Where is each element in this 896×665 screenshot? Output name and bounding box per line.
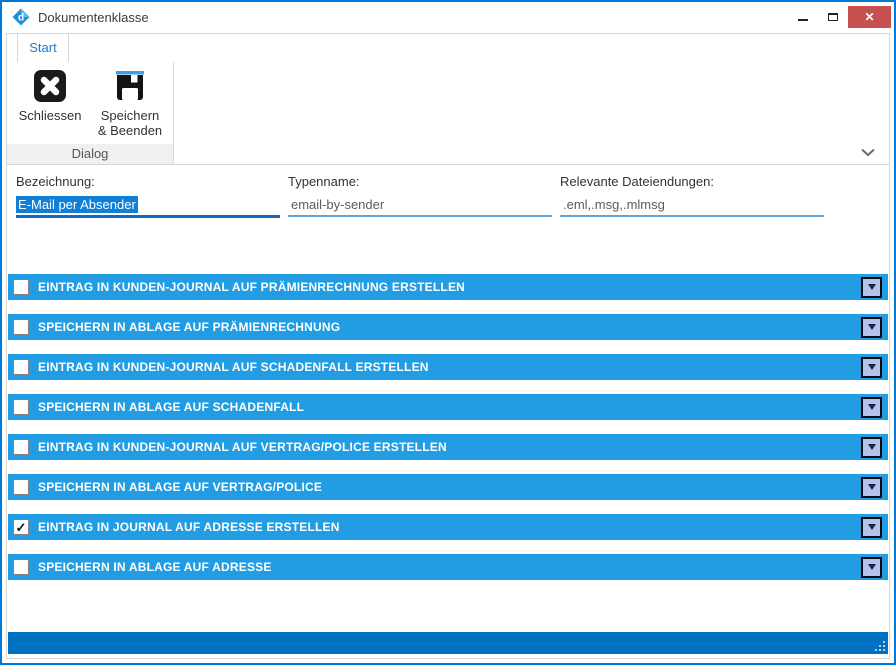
checkbox[interactable] [13,439,29,455]
ribbon-group-dialog: Schliessen Speichern & Beenden Dialog [7,62,174,164]
dateiendungen-input[interactable]: .eml,.msg,.mlmsg [560,194,824,217]
field-bezeichnung: Bezeichnung: E-Mail per Absender [16,174,280,226]
title-bar: d Dokumentenklasse ✕ [2,2,894,32]
section-bar-ablage-vertrag[interactable]: SPEICHERN IN ABLAGE AUF VERTRAG/POLICE [8,474,888,500]
bezeichnung-label: Bezeichnung: [16,174,280,189]
section-label: EINTRAG IN KUNDEN-JOURNAL AUF PRÄMIENREC… [38,280,465,294]
resize-grip[interactable] [874,640,886,652]
chevron-down-icon [868,484,876,490]
checkbox[interactable] [13,559,29,575]
typenname-label: Typenname: [288,174,552,189]
checkbox[interactable] [13,319,29,335]
section-label: SPEICHERN IN ABLAGE AUF ADRESSE [38,560,272,574]
section-label: EINTRAG IN JOURNAL AUF ADRESSE ERSTELLEN [38,520,340,534]
section-bar-journal-praemienrechnung[interactable]: EINTRAG IN KUNDEN-JOURNAL AUF PRÄMIENREC… [8,274,888,300]
section-bar-journal-schadenfall[interactable]: EINTRAG IN KUNDEN-JOURNAL AUF SCHADENFAL… [8,354,888,380]
section-dropdown-button[interactable] [861,277,882,298]
maximize-icon [828,13,838,21]
bezeichnung-input[interactable]: E-Mail per Absender [16,194,280,218]
ribbon-group-label: Dialog [7,144,173,164]
chevron-down-icon [868,364,876,370]
section-bar-journal-vertrag[interactable]: EINTRAG IN KUNDEN-JOURNAL AUF VERTRAG/PO… [8,434,888,460]
chevron-down-icon [868,324,876,330]
section-dropdown-button[interactable] [861,317,882,338]
section-dropdown-button[interactable] [861,397,882,418]
section-label: EINTRAG IN KUNDEN-JOURNAL AUF VERTRAG/PO… [38,440,447,454]
ribbon: Schliessen Speichern & Beenden Dialog [7,62,889,165]
section-label: EINTRAG IN KUNDEN-JOURNAL AUF SCHADENFAL… [38,360,429,374]
maximize-button[interactable] [818,6,848,28]
speichern-beenden-label: Speichern & Beenden [97,108,163,139]
section-bar-journal-adresse[interactable]: EINTRAG IN JOURNAL AUF ADRESSE ERSTELLEN [8,514,888,540]
form-fields: Bezeichnung: E-Mail per Absender Typenna… [7,165,889,226]
status-bar [8,632,888,654]
client-frame: Start Schliessen [6,33,890,659]
checkbox[interactable] [13,479,29,495]
window-title: Dokumentenklasse [38,10,788,25]
ribbon-buttons: Schliessen Speichern & Beenden [7,62,173,139]
field-typenname: Typenname: email-by-sender [288,174,552,226]
section-dropdown-button[interactable] [861,557,882,578]
close-icon: ✕ [864,10,874,24]
speichern-beenden-button[interactable]: Speichern & Beenden [90,69,170,139]
svg-text:d: d [18,13,24,24]
section-label: SPEICHERN IN ABLAGE AUF PRÄMIENRECHNUNG [38,320,340,334]
app-icon: d [12,8,30,26]
chevron-down-icon [868,524,876,530]
checkbox[interactable] [13,359,29,375]
tab-start[interactable]: Start [17,34,69,62]
schliessen-button[interactable]: Schliessen [10,69,90,139]
section-dropdown-button[interactable] [861,517,882,538]
section-dropdown-button[interactable] [861,357,882,378]
section-list: EINTRAG IN KUNDEN-JOURNAL AUF PRÄMIENREC… [7,274,889,594]
checkbox[interactable] [13,519,29,535]
chevron-down-icon [868,564,876,570]
ribbon-collapse-button[interactable] [860,148,876,157]
checkbox[interactable] [13,399,29,415]
close-button[interactable]: ✕ [848,6,891,28]
section-bar-ablage-praemienrechnung[interactable]: SPEICHERN IN ABLAGE AUF PRÄMIENRECHNUNG [8,314,888,340]
typenname-value: email-by-sender [291,197,384,212]
close-x-icon [33,69,67,103]
section-dropdown-button[interactable] [861,477,882,498]
checkbox[interactable] [13,279,29,295]
save-icon [113,69,147,103]
section-label: SPEICHERN IN ABLAGE AUF VERTRAG/POLICE [38,480,322,494]
section-dropdown-button[interactable] [861,437,882,458]
schliessen-label: Schliessen [19,108,82,123]
dateiendungen-label: Relevante Dateiendungen: [560,174,824,189]
minimize-button[interactable] [788,6,818,28]
field-dateiendungen: Relevante Dateiendungen: .eml,.msg,.mlms… [560,174,824,226]
typenname-input[interactable]: email-by-sender [288,194,552,217]
tab-strip: Start [7,34,889,62]
minimize-icon [798,19,808,21]
dateiendungen-value: .eml,.msg,.mlmsg [563,197,665,212]
dokumentenklasse-window: d Dokumentenklasse ✕ Start [0,0,896,665]
chevron-down-icon [868,444,876,450]
content-spacer [7,594,889,632]
section-bar-ablage-adresse[interactable]: SPEICHERN IN ABLAGE AUF ADRESSE [8,554,888,580]
section-label: SPEICHERN IN ABLAGE AUF SCHADENFALL [38,400,304,414]
chevron-down-icon [868,404,876,410]
bezeichnung-value: E-Mail per Absender [16,196,138,213]
section-bar-ablage-schadenfall[interactable]: SPEICHERN IN ABLAGE AUF SCHADENFALL [8,394,888,420]
window-controls: ✕ [788,2,894,32]
chevron-down-icon [868,284,876,290]
